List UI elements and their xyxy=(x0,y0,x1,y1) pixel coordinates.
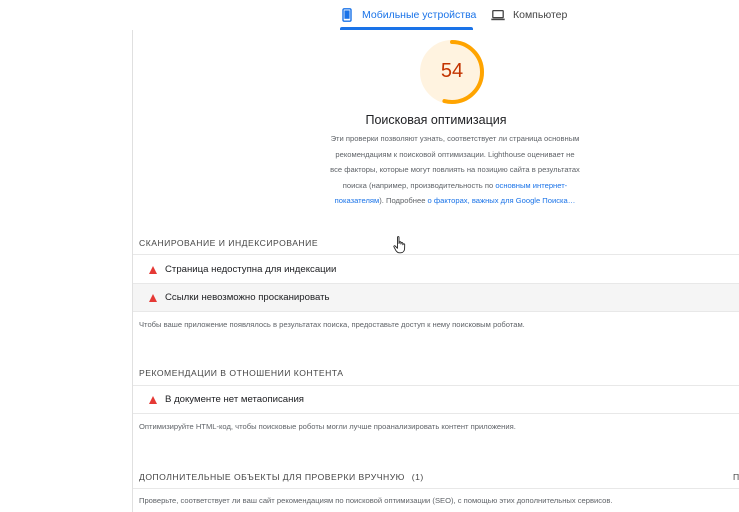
audit-row-not-indexable[interactable]: Страница недоступна для индексации xyxy=(133,256,739,283)
manual-count: (1) xyxy=(411,472,424,482)
active-tab-indicator xyxy=(340,27,473,30)
laptop-icon xyxy=(491,8,505,22)
tab-desktop[interactable]: Компьютер xyxy=(491,0,571,30)
divider xyxy=(133,413,739,414)
section-note-manual: Проверьте, соответствует ли ваш сайт рек… xyxy=(139,496,613,505)
desc-line: все факторы, которые могут повлиять на п… xyxy=(330,165,580,175)
tab-desktop-label: Компьютер xyxy=(513,9,568,21)
desc-line: Эти проверки позволяют узнать, соответст… xyxy=(330,134,580,143)
manual-title-text: ДОПОЛНИТЕЛЬНЫЕ ОБЪЕКТЫ ДЛЯ ПРОВЕРКИ ВРУЧ… xyxy=(139,472,405,482)
divider xyxy=(133,254,739,255)
section-note-content: Оптимизируйте HTML-код, чтобы поисковые … xyxy=(139,422,516,431)
device-tabs: Мобильные устройства Компьютер xyxy=(0,0,739,30)
google-search-factors-link[interactable]: о факторах, важных для Google Поиска… xyxy=(428,196,576,205)
seo-score-value: 54 xyxy=(440,60,464,82)
core-web-vitals-link[interactable]: основным интернет- xyxy=(495,181,567,190)
section-title-crawling: СКАНИРОВАНИЕ И ИНДЕКСИРОВАНИЕ xyxy=(139,238,319,248)
fail-triangle-icon xyxy=(149,293,157,302)
core-web-vitals-link-cont[interactable]: показателям xyxy=(335,196,380,205)
category-description: Эти проверки позволяют узнать, соответст… xyxy=(313,131,597,209)
fail-triangle-icon xyxy=(149,395,157,404)
section-title-content: РЕКОМЕНДАЦИИ В ОТНОШЕНИИ КОНТЕНТА xyxy=(139,368,344,378)
divider xyxy=(133,311,739,312)
section-note-crawling: Чтобы ваше приложение появлялось в резул… xyxy=(139,320,525,329)
fail-triangle-icon xyxy=(149,265,157,274)
divider xyxy=(133,488,739,489)
seo-score-gauge[interactable]: 54 xyxy=(418,38,486,106)
hand-cursor-icon xyxy=(393,236,407,254)
audit-label: Страница недоступна для индексации xyxy=(165,264,337,275)
desc-line: рекомендациям к поисковой оптимизации. L… xyxy=(335,149,575,159)
audit-label: В документе нет метаописания xyxy=(165,394,304,405)
manual-toggle-label[interactable]: П xyxy=(733,472,739,482)
desc-line: поиска (например, производительность по xyxy=(342,180,496,190)
category-title: Поисковая оптимизация xyxy=(365,113,507,127)
audit-row-meta-description[interactable]: В документе нет метаописания xyxy=(133,386,739,413)
tab-mobile-label: Мобильные устройства xyxy=(362,9,477,21)
audit-label: Ссылки невозможно просканировать xyxy=(165,292,330,303)
section-title-manual[interactable]: ДОПОЛНИТЕЛЬНЫЕ ОБЪЕКТЫ ДЛЯ ПРОВЕРКИ ВРУЧ… xyxy=(139,472,424,482)
audit-row-links-not-crawlable[interactable]: Ссылки невозможно просканировать xyxy=(133,284,739,311)
mobile-phone-icon xyxy=(340,8,354,22)
desc-line: ). Подробнее xyxy=(379,196,428,206)
tab-mobile[interactable]: Мобильные устройства xyxy=(340,0,477,30)
